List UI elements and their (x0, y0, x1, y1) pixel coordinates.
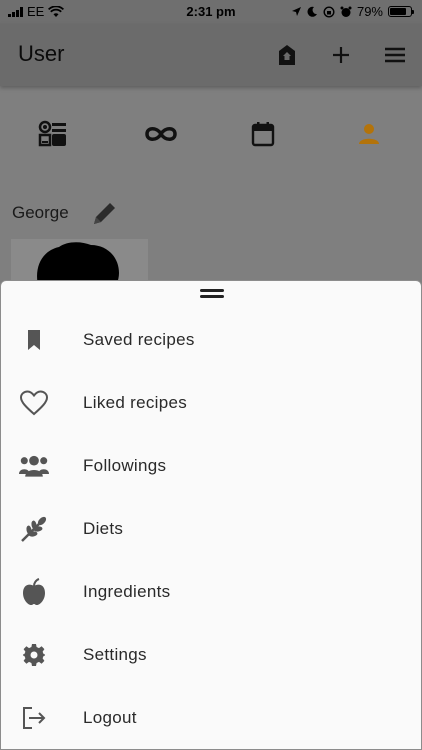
menu-item-settings[interactable]: Settings (1, 625, 421, 685)
heart-icon (19, 388, 49, 418)
bookmark-icon (19, 325, 49, 355)
menu-item-followings[interactable]: Followings (1, 436, 421, 496)
gear-icon (19, 640, 49, 670)
app-bar: User (0, 24, 422, 86)
home-icon (279, 45, 295, 65)
menu-item-saved-recipes[interactable]: Saved recipes (1, 310, 421, 370)
tab-kitchen[interactable] (24, 104, 84, 164)
kitchen-icon (38, 120, 66, 147)
page-title: User (18, 41, 65, 66)
menu-item-liked-recipes[interactable]: Liked recipes (1, 373, 421, 433)
battery-icon (388, 6, 414, 17)
menu-button[interactable] (380, 40, 410, 70)
menu-item-label: Diets (83, 519, 124, 538)
menu-item-label: Settings (83, 645, 147, 664)
tab-user[interactable] (339, 104, 399, 164)
menu-item-label: Saved recipes (83, 330, 195, 349)
rotation-lock-icon (323, 5, 335, 18)
person-icon (359, 124, 379, 144)
menu-item-ingredients[interactable]: Ingredients (1, 562, 421, 622)
drag-handle[interactable] (200, 289, 224, 301)
status-bar: EE 2:31 pm 79% (0, 0, 422, 24)
bottom-sheet: Saved recipes Liked recipes Followings D… (0, 280, 422, 750)
menu-item-label: Liked recipes (83, 393, 188, 412)
profile-name: George (12, 203, 69, 222)
menu-item-logout[interactable]: Logout (1, 688, 421, 748)
people-icon (19, 451, 49, 481)
menu-item-label: Followings (83, 456, 167, 475)
logout-icon (19, 703, 49, 733)
menu-item-label: Logout (83, 708, 137, 727)
battery-percent: 79% (356, 4, 383, 19)
home-button[interactable] (272, 40, 302, 70)
location-icon (291, 7, 301, 16)
apple-icon (19, 577, 49, 607)
menu-icon (385, 47, 405, 63)
moon-icon (307, 6, 317, 17)
tab-bar (0, 104, 422, 164)
wheat-icon (19, 514, 49, 544)
add-icon (333, 47, 349, 63)
calendar-icon (251, 122, 275, 147)
alarm-icon (340, 6, 352, 17)
tab-infinity[interactable] (131, 104, 191, 164)
menu-item-label: Ingredients (83, 582, 171, 601)
pencil-icon (94, 203, 115, 224)
add-button[interactable] (326, 40, 356, 70)
tab-calendar[interactable] (233, 104, 293, 164)
infinity-icon (145, 127, 177, 141)
menu-item-diets[interactable]: Diets (1, 499, 421, 559)
edit-name-button[interactable] (90, 198, 120, 233)
